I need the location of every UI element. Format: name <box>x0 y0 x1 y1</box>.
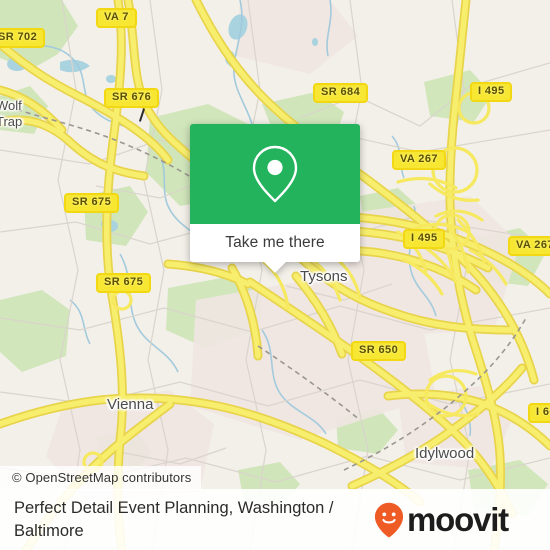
shield-sr-675-north: SR 675 <box>64 193 120 213</box>
shield-i-66: I 66 <box>528 403 550 423</box>
shield-i-495-north: I 495 <box>470 82 513 102</box>
take-me-there-popup[interactable]: Take me there <box>190 124 360 273</box>
shield-va-7: VA 7 <box>96 8 137 28</box>
place-label-tysons: Tysons <box>300 268 348 285</box>
moovit-smiley-pin-icon <box>374 502 404 537</box>
place-label-vienna: Vienna <box>107 396 154 413</box>
shield-va-267-east: VA 267 <box>508 236 550 256</box>
shield-i-495-south: I 495 <box>403 229 446 249</box>
place-label-wolf-trap-line2: Trap <box>0 114 23 129</box>
page-title: Perfect Detail Event Planning, Washingto… <box>14 498 334 540</box>
moovit-map-screenshot: VA 7 SR 702 SR 676 SR 684 I 495 VA 267 SR 675 I… <box>0 0 550 550</box>
moovit-logo[interactable]: moovit <box>374 501 509 538</box>
place-label-idylwood: Idylwood <box>415 445 475 462</box>
shield-sr-675-south: SR 675 <box>96 273 152 293</box>
take-me-there-label: Take me there <box>225 234 325 251</box>
shield-sr-702: SR 702 <box>0 28 46 48</box>
shield-sr-676: SR 676 <box>104 88 160 108</box>
osm-attribution[interactable]: © OpenStreetMap contributors <box>0 466 202 490</box>
popup-pin-area <box>190 124 360 224</box>
shield-sr-650: SR 650 <box>351 341 407 361</box>
shield-sr-684: SR 684 <box>313 83 369 103</box>
footer-bar: Perfect Detail Event Planning, Washingto… <box>0 489 550 550</box>
location-pin-icon <box>252 145 298 203</box>
shield-va-267-west: VA 267 <box>392 150 446 170</box>
popup-pointer <box>264 262 286 273</box>
moovit-wordmark: moovit <box>407 501 509 538</box>
popup-action-bar[interactable]: Take me there <box>190 224 360 273</box>
place-label-wolf-trap-line1: Wolf <box>0 98 22 113</box>
